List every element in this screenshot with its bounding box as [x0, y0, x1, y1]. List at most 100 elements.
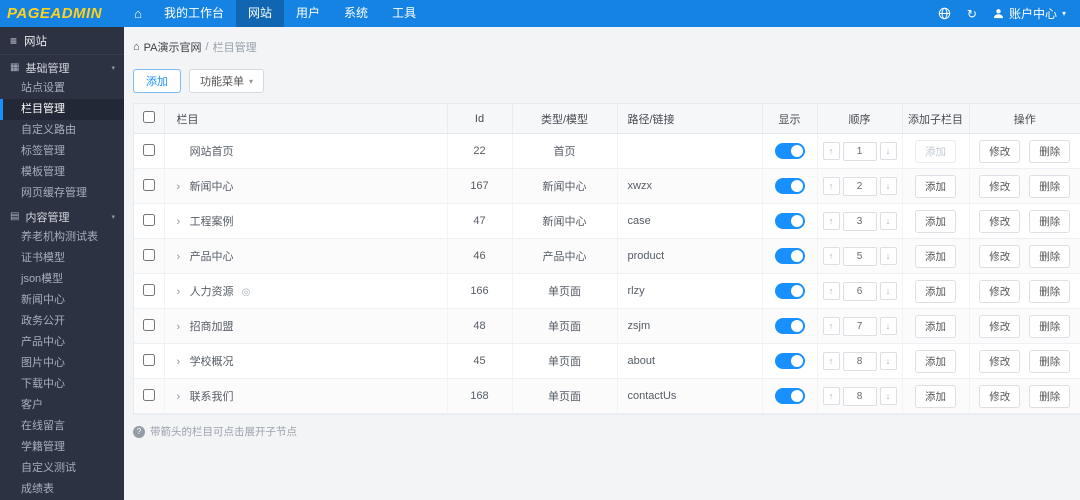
order-down-button[interactable]: ↓ — [879, 177, 897, 195]
order-down-button[interactable]: ↓ — [879, 317, 897, 335]
sidebar-item[interactable]: json模型 — [0, 269, 124, 290]
account-menu[interactable]: 账户中心 ▾ — [993, 5, 1066, 22]
sidebar-item[interactable]: 图片中心 — [0, 353, 124, 374]
row-checkbox[interactable] — [142, 353, 155, 366]
nav-item[interactable]: 系统 — [332, 0, 380, 27]
sidebar-item[interactable]: 标签管理 — [0, 141, 124, 162]
row-checkbox[interactable] — [142, 318, 155, 331]
order-input[interactable] — [842, 351, 877, 371]
order-down-button[interactable]: ↓ — [879, 247, 897, 265]
modify-button[interactable]: 修改 — [979, 314, 1021, 338]
modify-button[interactable]: 修改 — [979, 244, 1021, 268]
order-up-button[interactable]: ↑ — [822, 387, 840, 405]
add-child-button[interactable]: 添加 — [915, 209, 956, 233]
add-child-button[interactable]: 添加 — [915, 349, 956, 373]
order-up-button[interactable]: ↑ — [822, 212, 840, 230]
sidebar-item[interactable]: 栏目管理 — [0, 99, 124, 120]
visibility-toggle[interactable] — [774, 213, 805, 229]
sidebar-item[interactable]: 成绩表 — [0, 479, 124, 500]
expand-arrow-icon[interactable]: › — [177, 321, 187, 333]
function-menu-button[interactable]: 功能菜单 ▾ — [189, 69, 265, 93]
sidebar-title[interactable]: ≡ 网站 — [0, 27, 124, 55]
add-child-button[interactable]: 添加 — [915, 174, 956, 198]
visibility-toggle[interactable] — [774, 353, 805, 369]
add-child-button[interactable]: 添加 — [915, 244, 956, 268]
add-child-button[interactable]: 添加 — [915, 139, 956, 163]
add-child-button[interactable]: 添加 — [915, 279, 956, 303]
order-up-button[interactable]: ↑ — [822, 177, 840, 195]
row-checkbox[interactable] — [142, 388, 155, 401]
order-up-button[interactable]: ↑ — [822, 282, 840, 300]
order-input[interactable] — [842, 316, 877, 336]
language-globe-icon[interactable] — [938, 7, 951, 20]
order-down-button[interactable]: ↓ — [879, 352, 897, 370]
sidebar-group[interactable]: ▤ 内容管理 ▾ — [0, 206, 124, 227]
visibility-toggle[interactable] — [774, 248, 805, 264]
add-button[interactable]: 添加 — [133, 69, 181, 93]
delete-button[interactable]: 删除 — [1029, 384, 1071, 408]
modify-button[interactable]: 修改 — [979, 209, 1021, 233]
order-down-button[interactable]: ↓ — [879, 212, 897, 230]
visibility-toggle[interactable] — [774, 283, 805, 299]
order-input[interactable] — [842, 176, 877, 196]
nav-item[interactable]: 工具 — [380, 0, 428, 27]
expand-arrow-icon[interactable]: › — [177, 251, 187, 263]
sidebar-item[interactable]: 产品中心 — [0, 332, 124, 353]
delete-button[interactable]: 删除 — [1029, 314, 1071, 338]
modify-button[interactable]: 修改 — [979, 139, 1021, 163]
order-up-button[interactable]: ↑ — [822, 352, 840, 370]
expand-arrow-icon[interactable]: › — [177, 181, 187, 193]
row-checkbox[interactable] — [142, 213, 155, 226]
sidebar-item[interactable]: 客户 — [0, 395, 124, 416]
order-input[interactable] — [842, 211, 877, 231]
row-checkbox[interactable] — [142, 248, 155, 261]
visibility-toggle[interactable] — [774, 143, 805, 159]
sidebar-group[interactable]: ▦ 基础管理 ▾ — [0, 57, 124, 78]
order-input[interactable] — [842, 141, 877, 161]
delete-button[interactable]: 删除 — [1029, 349, 1071, 373]
order-input[interactable] — [842, 246, 877, 266]
nav-item[interactable]: 网站 — [236, 0, 285, 27]
row-checkbox[interactable] — [142, 178, 155, 191]
modify-button[interactable]: 修改 — [979, 384, 1021, 408]
delete-button[interactable]: 删除 — [1029, 209, 1071, 233]
sidebar-item[interactable]: 自定义测试 — [0, 458, 124, 479]
sidebar-item[interactable]: 证书模型 — [0, 248, 124, 269]
modify-button[interactable]: 修改 — [979, 174, 1021, 198]
add-child-button[interactable]: 添加 — [915, 384, 956, 408]
delete-button[interactable]: 删除 — [1029, 174, 1071, 198]
sidebar-item[interactable]: 网页缓存管理 — [0, 183, 124, 204]
order-up-button[interactable]: ↑ — [822, 247, 840, 265]
nav-item[interactable]: 我的工作台 — [152, 0, 236, 27]
delete-button[interactable]: 删除 — [1029, 279, 1071, 303]
expand-arrow-icon[interactable]: › — [177, 286, 187, 298]
delete-button[interactable]: 删除 — [1029, 139, 1071, 163]
refresh-icon[interactable]: ↻ — [967, 7, 977, 21]
sidebar-item[interactable]: 下载中心 — [0, 374, 124, 395]
sidebar-item[interactable]: 自定义路由 — [0, 120, 124, 141]
delete-button[interactable]: 删除 — [1029, 244, 1071, 268]
add-child-button[interactable]: 添加 — [915, 314, 956, 338]
sidebar-item[interactable]: 学籍管理 — [0, 437, 124, 458]
expand-arrow-icon[interactable]: › — [177, 216, 187, 228]
row-checkbox[interactable] — [142, 143, 155, 156]
sidebar-item[interactable]: 站点设置 — [0, 78, 124, 99]
sidebar-item[interactable]: 政务公开 — [0, 311, 124, 332]
breadcrumb-site[interactable]: PA演示官网 — [144, 39, 202, 55]
sidebar-item[interactable]: 模板管理 — [0, 162, 124, 183]
order-down-button[interactable]: ↓ — [879, 282, 897, 300]
order-input[interactable] — [842, 281, 877, 301]
visibility-toggle[interactable] — [774, 318, 805, 334]
nav-item[interactable]: 用户 — [284, 0, 332, 27]
nav-home-button[interactable]: ⌂ — [124, 0, 152, 27]
order-down-button[interactable]: ↓ — [879, 142, 897, 160]
sidebar-item[interactable]: 养老机构测试表 — [0, 227, 124, 248]
row-checkbox[interactable] — [142, 283, 155, 296]
visibility-toggle[interactable] — [774, 178, 805, 194]
order-up-button[interactable]: ↑ — [822, 317, 840, 335]
visibility-toggle[interactable] — [774, 388, 805, 404]
select-all-checkbox[interactable] — [142, 111, 155, 123]
modify-button[interactable]: 修改 — [979, 279, 1021, 303]
order-input[interactable] — [842, 386, 877, 406]
order-down-button[interactable]: ↓ — [879, 387, 897, 405]
